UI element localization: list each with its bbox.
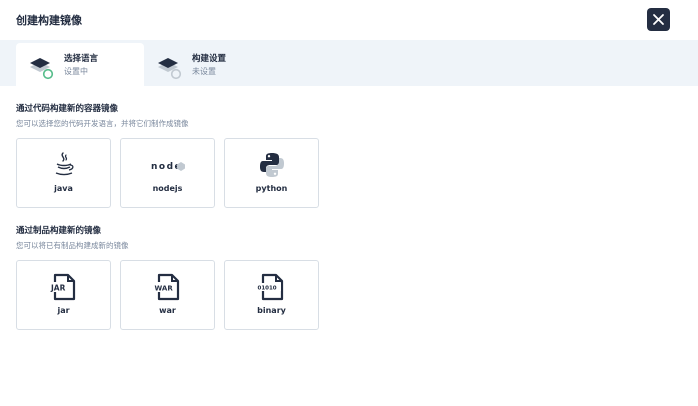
artifact-card-war[interactable]: WAR war xyxy=(120,260,215,330)
modal-header: 创建构建镜像 xyxy=(0,0,698,40)
card-label: binary xyxy=(257,306,286,315)
artifact-card-binary[interactable]: 01010 binary xyxy=(224,260,319,330)
python-icon xyxy=(259,153,284,177)
jar-file-icon: JAR xyxy=(49,273,75,301)
war-file-icon: WAR xyxy=(153,273,179,301)
section-description-artifact: 您可以将已有制品构建成新的镜像 xyxy=(16,241,129,250)
step-status: 设置中 xyxy=(64,67,88,76)
binary-badge: 01010 xyxy=(257,286,276,292)
language-card-nodejs[interactable]: node nodejs xyxy=(120,138,215,208)
war-badge: WAR xyxy=(154,285,173,293)
section-description-code: 您可以选择您的代码开发语言，并将它们制作成镜像 xyxy=(16,119,189,128)
card-label: jar xyxy=(57,306,70,315)
step-status: 未设置 xyxy=(192,67,216,76)
step-build-settings[interactable]: 构建设置 未设置 xyxy=(144,43,272,86)
layers-inactive-icon xyxy=(158,58,182,80)
close-icon xyxy=(653,14,664,25)
nodejs-icon: node xyxy=(151,162,185,172)
card-label: python xyxy=(255,184,288,193)
steps-bar: 选择语言 设置中 构建设置 未设置 xyxy=(0,40,698,86)
card-label: java xyxy=(54,184,73,193)
jar-badge: JAR xyxy=(50,284,66,293)
java-icon xyxy=(55,152,74,176)
section-title-code: 通过代码构建新的容器镜像 xyxy=(16,104,119,114)
step-name: 构建设置 xyxy=(192,54,227,64)
step-select-language[interactable]: 选择语言 设置中 xyxy=(16,43,144,86)
binary-file-icon: 01010 xyxy=(256,273,283,301)
card-label: war xyxy=(159,306,176,315)
language-card-python[interactable]: python xyxy=(224,138,319,208)
card-label: nodejs xyxy=(152,184,183,193)
modal-title: 创建构建镜像 xyxy=(16,14,82,27)
section-title-artifact: 通过制品构建新的镜像 xyxy=(16,226,102,236)
artifact-card-jar[interactable]: JAR jar xyxy=(16,260,111,330)
language-card-java[interactable]: java xyxy=(16,138,111,208)
close-button[interactable] xyxy=(647,8,670,31)
step-name: 选择语言 xyxy=(64,54,99,64)
layers-active-icon xyxy=(30,58,54,80)
